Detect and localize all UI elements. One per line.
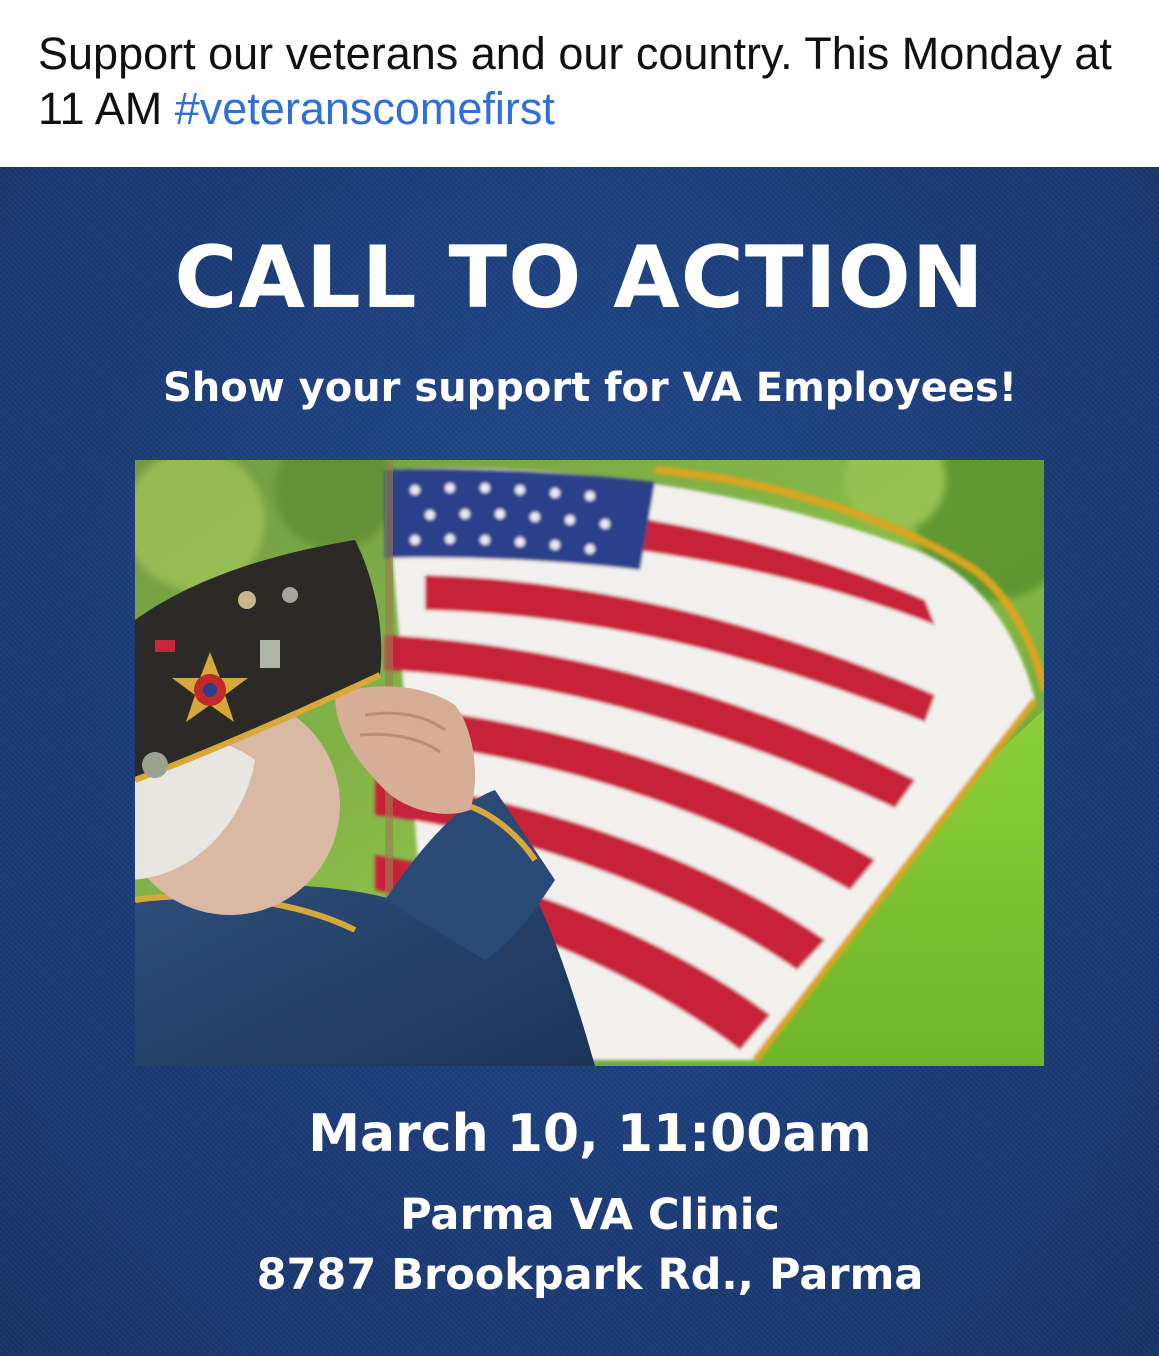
event-venue: Parma VA Clinic bbox=[400, 1190, 780, 1240]
event-date-time: March 10, 11:00am bbox=[308, 1104, 872, 1164]
flyer-headline: CALL TO ACTION bbox=[174, 228, 985, 328]
event-address: 8787 Brookpark Rd., Parma bbox=[256, 1250, 924, 1300]
social-post: Support our veterans and our country. Th… bbox=[0, 0, 1159, 1356]
post-caption: Support our veterans and our country. Th… bbox=[38, 26, 1128, 136]
hashtag-link[interactable]: #veteranscomefirst bbox=[175, 83, 555, 134]
veteran-saluting-flag-photo bbox=[135, 460, 1044, 1066]
flyer-subheadline: Show your support for VA Employees! bbox=[162, 365, 1017, 411]
event-flyer-image[interactable]: CALL TO ACTION Show your support for VA … bbox=[0, 167, 1159, 1356]
